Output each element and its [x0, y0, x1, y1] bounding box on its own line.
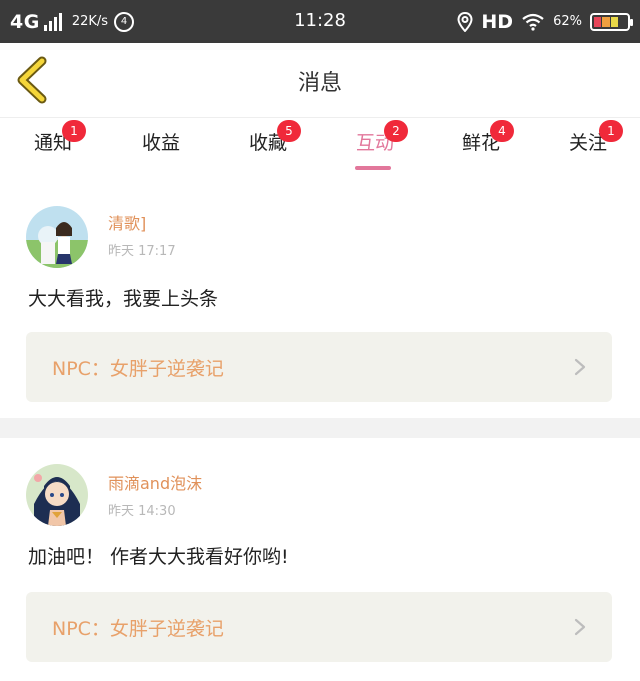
tab-badge: 1 [62, 120, 86, 142]
hd-indicator: HD [481, 10, 514, 33]
tab-label: 收益 [141, 132, 180, 154]
active-tab-indicator [355, 166, 391, 170]
work-link[interactable]: NPC：女胖子逆袭记 [26, 332, 612, 402]
message-content: 大大看我，我要上头条 [28, 288, 219, 310]
avatar-image [26, 464, 88, 526]
username[interactable]: 清歌] [108, 210, 146, 234]
tab-badge: 2 [384, 120, 408, 142]
signal-icon [43, 12, 62, 31]
battery-icon [590, 12, 633, 31]
tab-bar: 通知 1 收益 收藏 5 互动 2 鲜花 4 关注 1 [0, 118, 640, 170]
notification-count-icon: 4 [114, 11, 135, 32]
message-card: 清歌] 昨天 17:17 大大看我，我要上头条 NPC：女胖子逆袭记 [0, 180, 640, 418]
chevron-right-icon [574, 618, 586, 636]
network-type: 4G [10, 10, 40, 33]
tab-badge: 4 [490, 120, 514, 142]
tab-favorites[interactable]: 收藏 5 [233, 120, 303, 155]
tab-notifications[interactable]: 通知 1 [18, 120, 88, 155]
location-icon [457, 11, 473, 32]
page-title: 消息 [297, 71, 342, 96]
avatar-image [26, 206, 88, 268]
tab-following[interactable]: 关注 1 [553, 120, 623, 155]
tab-badge: 1 [599, 120, 623, 142]
tab-earnings[interactable]: 收益 [126, 128, 196, 155]
work-link-label: NPC：女胖子逆袭记 [52, 358, 224, 380]
tab-interactions[interactable]: 互动 2 [340, 120, 410, 155]
app-header: 消息 [0, 43, 640, 117]
message-time: 昨天 14:30 [108, 504, 176, 519]
message-card: 雨滴and泡沫 昨天 14:30 加油吧！ 作者大大我看好你哟! NPC：女胖子… [0, 438, 640, 681]
work-link[interactable]: NPC：女胖子逆袭记 [26, 592, 612, 662]
username[interactable]: 雨滴and泡沫 [108, 470, 202, 494]
status-bar: 4G 22K/s 4 11:28 HD 62% [0, 0, 640, 43]
chevron-right-icon [574, 358, 586, 376]
avatar[interactable] [26, 464, 88, 526]
avatar[interactable] [26, 206, 88, 268]
tab-badge: 5 [277, 120, 301, 142]
message-time: 昨天 17:17 [108, 244, 176, 259]
section-divider [0, 418, 640, 438]
network-speed: 22K/s [71, 14, 109, 29]
wifi-icon [522, 13, 544, 31]
work-link-label: NPC：女胖子逆袭记 [52, 618, 224, 640]
message-content: 加油吧！ 作者大大我看好你哟! [28, 546, 289, 568]
battery-percent: 62% [553, 14, 582, 29]
tab-flowers[interactable]: 鲜花 4 [446, 120, 516, 155]
